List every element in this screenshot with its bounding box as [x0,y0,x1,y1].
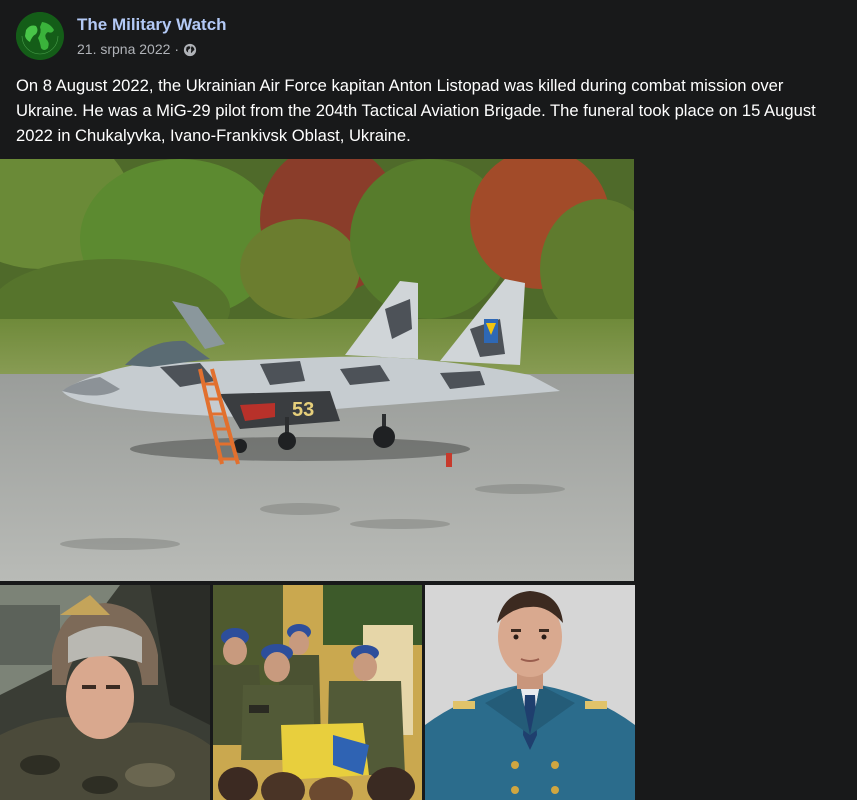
photo-funeral[interactable] [213,585,422,800]
tail-number: 53 [292,399,314,421]
photo-pilot-helmet[interactable] [0,585,210,800]
page-name-link[interactable]: The Military Watch [77,15,227,35]
post-text: On 8 August 2022, the Ukrainian Air Forc… [16,76,816,145]
page-avatar[interactable] [16,12,64,60]
photo-mig29[interactable]: 53 [0,159,634,581]
meta-separator: · [174,41,180,57]
post-meta: 21. srpna 2022 · [77,41,197,57]
post-date[interactable]: 21. srpna 2022 [77,41,170,57]
globe-icon [16,12,64,60]
photo-pilot-portrait[interactable] [425,585,635,800]
globe-icon[interactable] [183,43,197,57]
